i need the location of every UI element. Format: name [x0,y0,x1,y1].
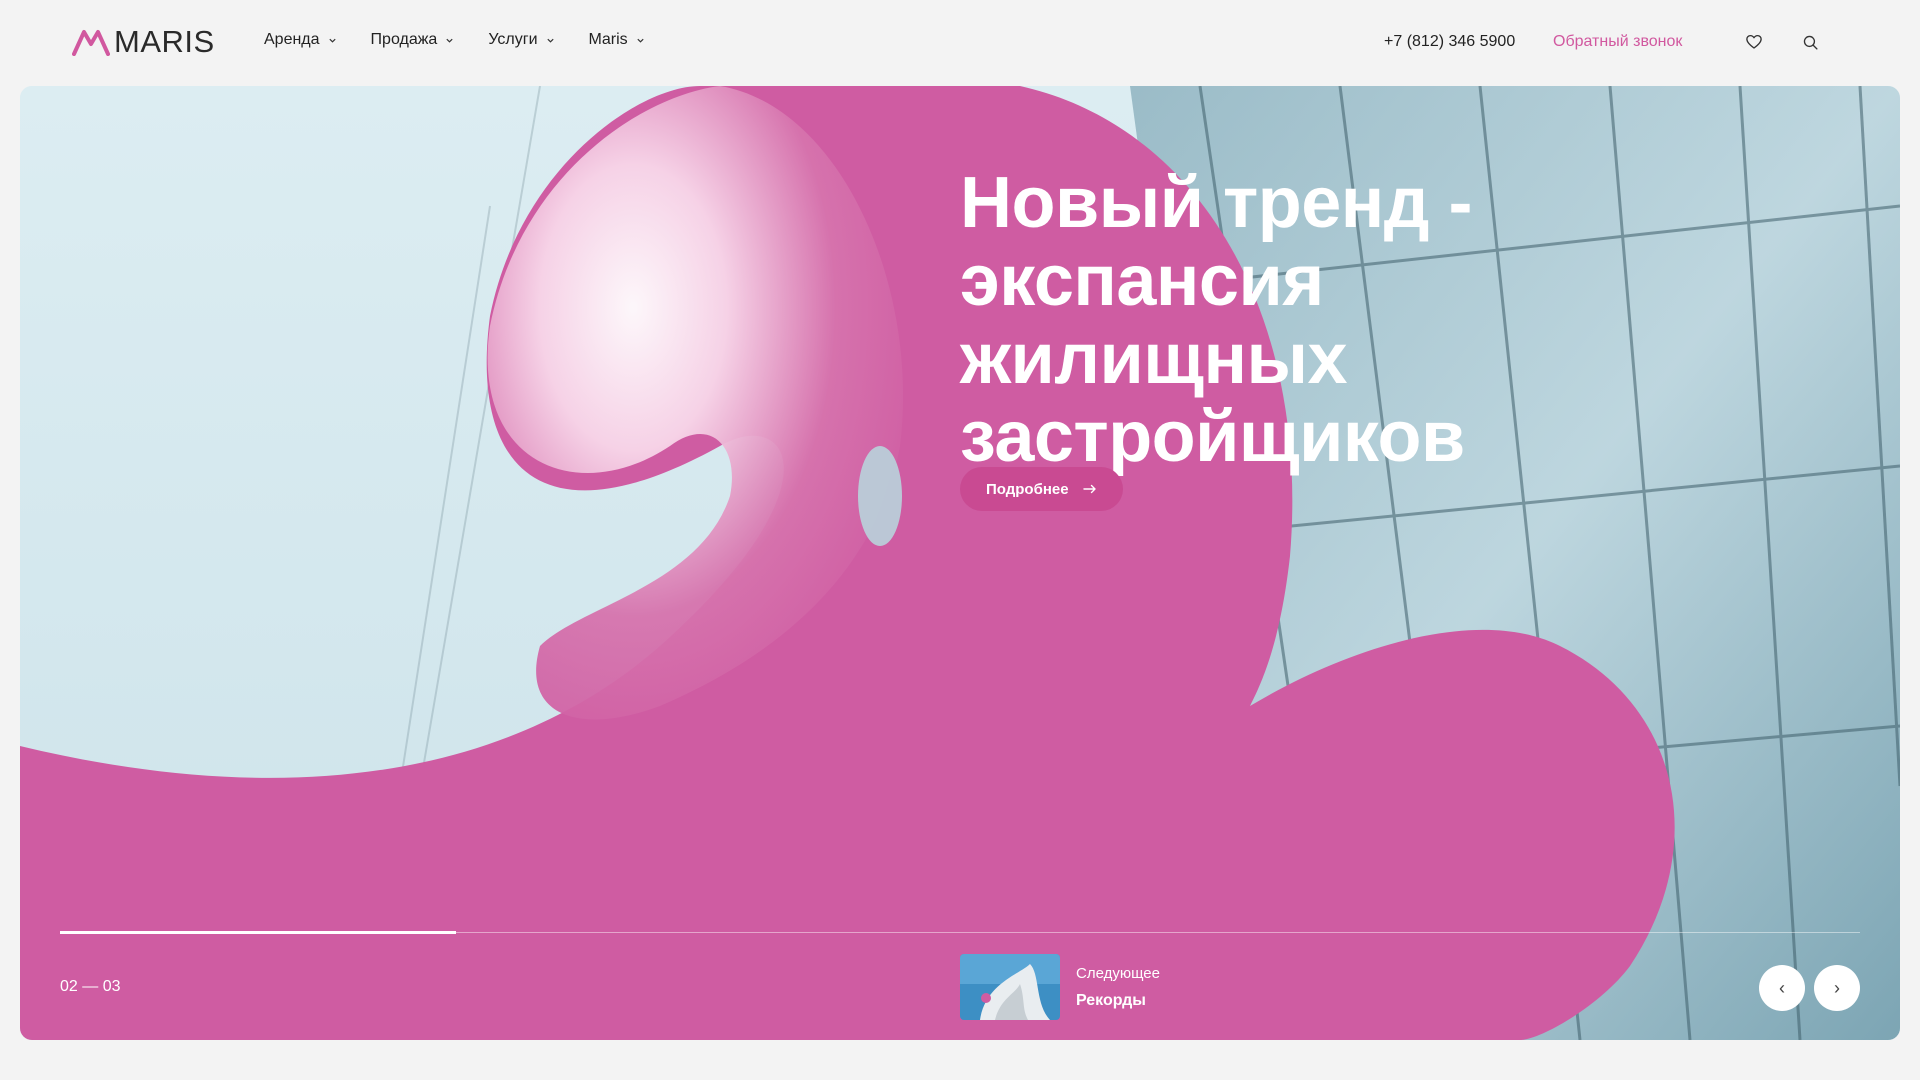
arrow-right-icon [1082,484,1096,494]
logo[interactable]: MARIS [72,24,215,59]
nav-label: Услуги [488,31,538,48]
chevron-down-icon [446,38,453,43]
nav-item-maris[interactable]: Maris [589,31,645,49]
chevron-right-icon: › [1834,978,1840,998]
hero-headline: Новый тренд - экспансия жилищных застрой… [960,163,1472,477]
chevron-left-icon: ‹ [1779,978,1785,998]
nav-label: Продажа [370,31,438,48]
logo-text: MARIS [114,24,215,59]
nav-item-services[interactable]: Услуги [488,31,554,49]
slide-progress-track [60,931,1860,934]
chevron-down-icon [637,38,644,43]
favorites-button[interactable] [1743,31,1765,53]
heart-icon [1746,34,1762,49]
nav-label: Аренда [264,31,320,48]
more-button[interactable]: Подробнее [960,467,1123,511]
search-button[interactable] [1799,31,1821,53]
search-icon [1803,35,1818,50]
next-slide-kicker: Следующее [1076,964,1160,982]
callback-link[interactable]: Обратный звонок [1553,33,1682,51]
chevron-down-icon [546,38,554,43]
nav-item-sale[interactable]: Продажа [371,31,455,49]
next-slide-title: Рекорды [1076,991,1146,1009]
next-slide-preview[interactable]: Следующее Рекорды [960,954,1160,1020]
prev-slide-button[interactable]: ‹ [1759,965,1805,1011]
hero-slider: Новый тренд - экспансия жилищных застрой… [20,86,1900,1040]
chevron-down-icon [328,38,336,43]
main-nav: Аренда Продажа Услуги Maris [264,31,645,49]
top-bar: MARIS Аренда Продажа Услуги Maris +7 (81… [0,0,1920,86]
more-button-label: Подробнее [986,480,1069,498]
next-slide-button[interactable]: › [1814,965,1860,1011]
nav-item-rent[interactable]: Аренда [264,31,337,49]
logo-mark-icon [72,30,110,56]
slide-progress-fill [60,931,456,934]
slide-counter: 02 — 03 [60,978,121,995]
next-slide-thumbnail [960,954,1060,1020]
phone-number[interactable]: +7 (812) 346 5900 [1384,33,1515,51]
nav-label: Maris [588,31,628,48]
